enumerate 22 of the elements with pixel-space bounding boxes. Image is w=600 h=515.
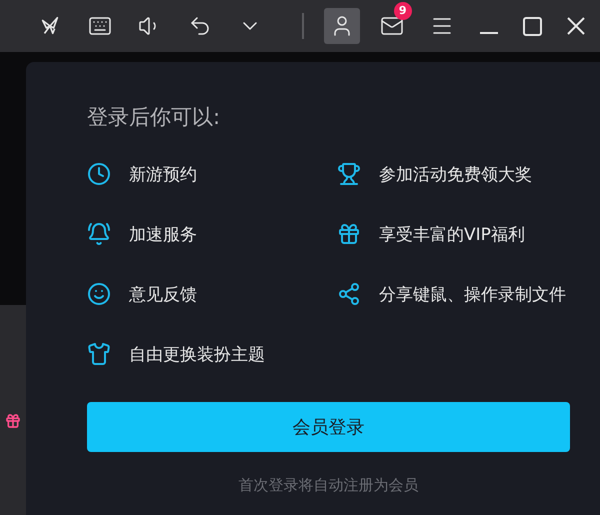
gift-icon [337,222,361,246]
feature-label: 享受丰富的VIP福利 [379,224,526,247]
maximize-icon [523,16,542,36]
feature-label: 参加活动免费领大奖 [379,164,533,187]
login-button[interactable]: 会员登录 [87,402,570,452]
toolbar-button[interactable] [324,8,360,44]
feature-label: 新游预约 [129,164,197,187]
feature-label: 自由更换装扮主题 [129,344,265,367]
login-note: 首次登录将自动注册为会员 [238,475,420,496]
feature-label: 分享键鼠、操作录制文件 [379,284,567,307]
minimize-icon [480,32,498,34]
trophy-icon [337,162,361,186]
notification-badge: 9 [394,2,412,20]
close-icon [566,16,586,36]
share-icon [337,282,361,306]
butterfly-icon [39,15,61,37]
feature-label: 意见反馈 [129,284,197,307]
panel-heading: 登录后你可以: [87,104,222,131]
clock-icon [87,162,111,186]
feature-label: 加速服务 [129,224,197,247]
gift-icon [5,413,21,429]
shirt-icon [87,342,111,366]
